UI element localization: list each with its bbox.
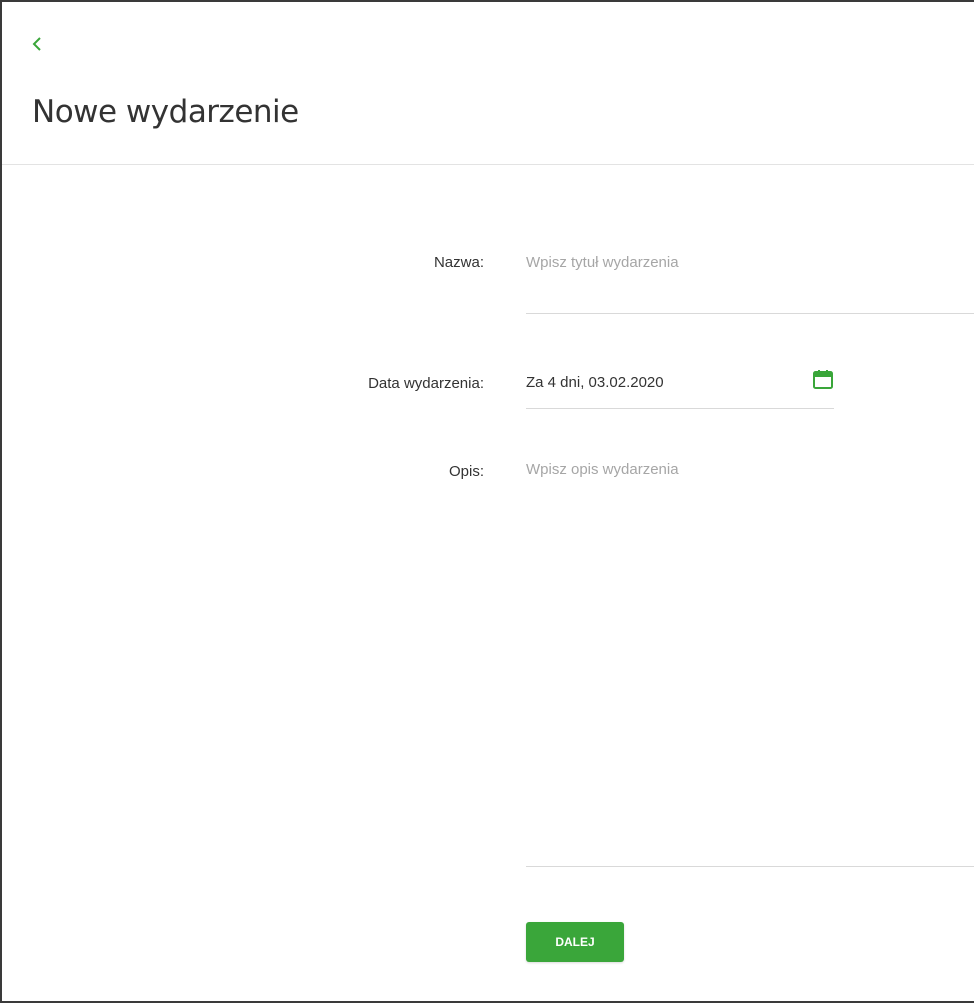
chevron-left-icon: [32, 37, 41, 51]
date-picker-button[interactable]: [812, 368, 834, 390]
name-input[interactable]: [526, 250, 966, 274]
description-label: Opis:: [448, 463, 484, 480]
calendar-icon: [813, 370, 833, 389]
header-divider: [2, 164, 974, 165]
date-label: Data wydarzenia:: [368, 375, 484, 392]
description-underline: [526, 866, 974, 867]
date-input-underline: [526, 408, 834, 409]
page-container: Nowe wydarzenie Nazwa: Data wydarzenia: …: [0, 0, 974, 1003]
name-input-underline: [526, 313, 974, 314]
page-title: Nowe wydarzenie: [32, 94, 299, 130]
date-input[interactable]: Za 4 dni, 03.02.2020: [526, 374, 664, 391]
back-button[interactable]: [28, 32, 46, 56]
description-textarea[interactable]: [526, 460, 966, 850]
name-label: Nazwa:: [433, 254, 484, 271]
next-button[interactable]: DALEJ: [526, 922, 624, 962]
